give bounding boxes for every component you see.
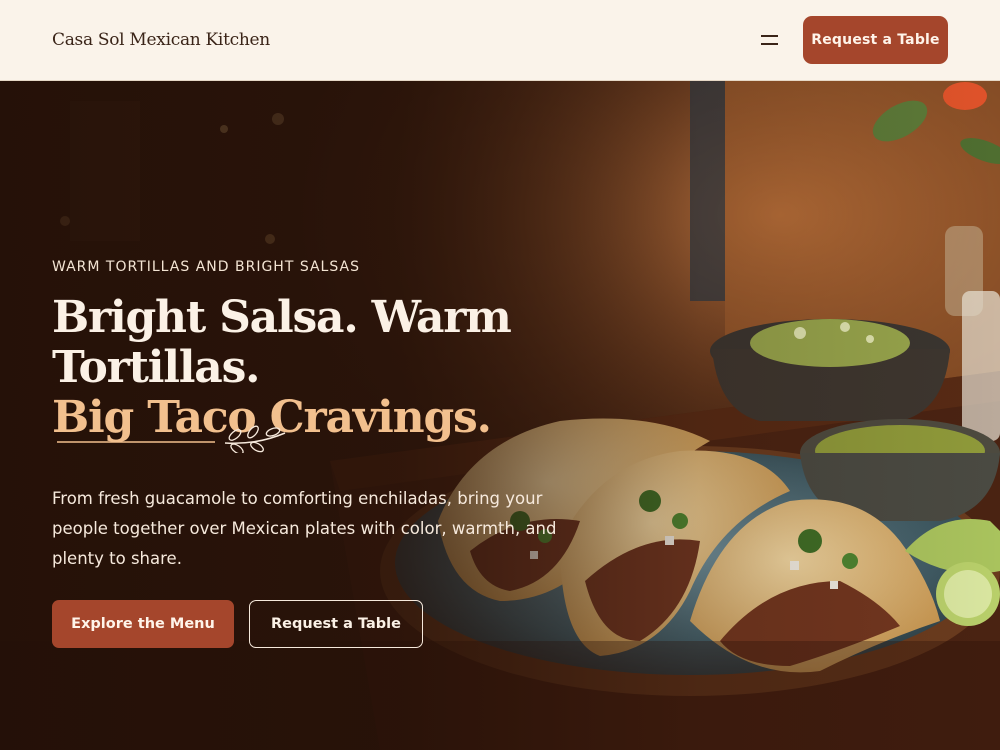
- site-header: Casa Sol Mexican Kitchen Request a Table: [0, 0, 1000, 81]
- hero-eyebrow: WARM TORTILLAS AND BRIGHT SALSAS: [52, 259, 360, 275]
- headline-line-1: Bright Salsa. Warm Tortillas.: [52, 292, 512, 393]
- hero-section: WARM TORTILLAS AND BRIGHT SALSAS Bright …: [0, 81, 1000, 750]
- hamburger-menu-icon[interactable]: [755, 28, 783, 52]
- hero-request-table-button[interactable]: Request a Table: [249, 600, 423, 648]
- header-request-table-button[interactable]: Request a Table: [803, 16, 948, 64]
- hero-description: From fresh guacamole to comforting enchi…: [52, 489, 557, 568]
- explore-menu-button[interactable]: Explore the Menu: [52, 600, 234, 648]
- leaf-sprig-icon: [57, 425, 286, 453]
- brand-name[interactable]: Casa Sol Mexican Kitchen: [52, 30, 270, 50]
